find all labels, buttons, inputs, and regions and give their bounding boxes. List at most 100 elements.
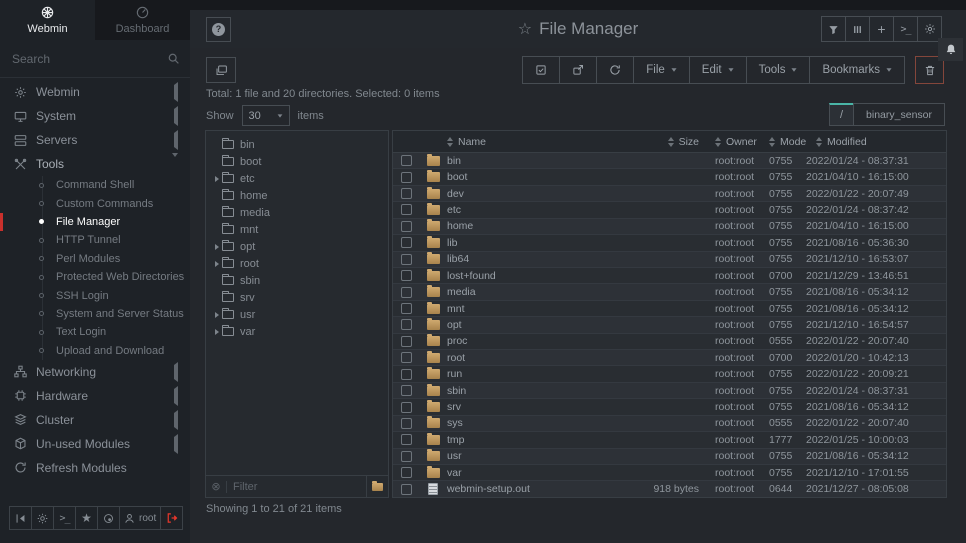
row-checkbox[interactable]	[401, 221, 412, 232]
logout-button[interactable]	[160, 506, 183, 530]
row-name[interactable]: srv	[447, 401, 587, 413]
theme-sun-button[interactable]	[31, 506, 54, 530]
sidebar-item-cluster[interactable]: Cluster	[0, 408, 190, 432]
row-checkbox[interactable]	[401, 155, 412, 166]
columns-button[interactable]	[845, 16, 870, 42]
table-row[interactable]: media root:root 0755 2021/08/16 - 05:34:…	[393, 283, 946, 299]
row-checkbox[interactable]	[401, 204, 412, 215]
sidebar-item-system[interactable]: System	[0, 104, 190, 128]
column-header-modified[interactable]: Modified	[816, 136, 946, 148]
row-checkbox[interactable]	[401, 451, 412, 462]
table-row[interactable]: mnt root:root 0755 2021/08/16 - 05:34:12	[393, 300, 946, 316]
column-header-mode[interactable]: Mode	[769, 136, 816, 148]
table-row[interactable]: tmp root:root 1777 2022/01/25 - 10:00:03	[393, 431, 946, 447]
refresh-button[interactable]	[596, 56, 634, 84]
row-name[interactable]: usr	[447, 450, 587, 462]
search-input[interactable]	[12, 52, 167, 66]
tree-item[interactable]: sbin	[206, 272, 388, 289]
table-row[interactable]: sbin root:root 0755 2022/01/24 - 08:37:3…	[393, 382, 946, 398]
row-checkbox[interactable]	[401, 402, 412, 413]
tools-submenu-item[interactable]: Text Login	[0, 323, 190, 341]
tab-dashboard[interactable]: Dashboard	[95, 0, 190, 40]
row-checkbox[interactable]	[401, 237, 412, 248]
table-row[interactable]: var root:root 0755 2021/12/10 - 17:01:55	[393, 464, 946, 480]
row-checkbox[interactable]	[401, 319, 412, 330]
table-row[interactable]: etc root:root 0755 2022/01/24 - 08:37:42	[393, 201, 946, 217]
collapse-sidebar-button[interactable]	[9, 506, 32, 530]
row-checkbox[interactable]	[401, 188, 412, 199]
row-name[interactable]: lib	[447, 237, 587, 249]
tree-filter-input[interactable]	[227, 481, 366, 493]
row-checkbox[interactable]	[401, 270, 412, 281]
filter-button[interactable]	[821, 16, 846, 42]
tools-submenu-item[interactable]: HTTP Tunnel	[0, 231, 190, 249]
tab-webmin[interactable]: Webmin	[0, 0, 95, 40]
row-checkbox[interactable]	[401, 287, 412, 298]
row-name[interactable]: lib64	[447, 253, 587, 265]
tools-submenu-item[interactable]: System and Server Status	[0, 305, 190, 323]
page-size-select[interactable]: 30	[242, 105, 290, 126]
table-row[interactable]: usr root:root 0755 2021/08/16 - 05:34:12	[393, 448, 946, 464]
add-button[interactable]: +	[869, 16, 894, 42]
notifications-bell[interactable]	[938, 38, 963, 61]
tools-submenu-item[interactable]: SSH Login	[0, 286, 190, 304]
sidebar-item-webmin[interactable]: Webmin	[0, 80, 190, 104]
tree-item[interactable]: srv	[206, 289, 388, 306]
row-checkbox[interactable]	[401, 418, 412, 429]
expand-caret-icon[interactable]	[206, 329, 222, 335]
table-row[interactable]: sys root:root 0555 2022/01/22 - 20:07:40	[393, 415, 946, 431]
menu-tools[interactable]: Tools	[746, 56, 811, 84]
column-header-name[interactable]: Name	[447, 136, 587, 148]
tree-item[interactable]: etc	[206, 170, 388, 187]
tree-item[interactable]: var	[206, 323, 388, 340]
expand-caret-icon[interactable]	[206, 312, 222, 318]
select-all-button[interactable]	[522, 56, 560, 84]
table-row[interactable]: opt root:root 0755 2021/12/10 - 16:54:57	[393, 316, 946, 332]
row-name[interactable]: sbin	[447, 385, 587, 397]
table-row[interactable]: run root:root 0755 2022/01/22 - 20:09:21	[393, 365, 946, 381]
menu-edit[interactable]: Edit	[689, 56, 747, 84]
row-checkbox[interactable]	[401, 484, 412, 495]
favorites-star-button[interactable]: ★	[75, 506, 98, 530]
new-window-button[interactable]	[206, 57, 236, 83]
help-button[interactable]: ?	[206, 17, 231, 42]
row-name[interactable]: etc	[447, 204, 587, 216]
expand-caret-icon[interactable]	[206, 261, 222, 267]
row-checkbox[interactable]	[401, 336, 412, 347]
tree-item[interactable]: boot	[206, 153, 388, 170]
breadcrumb-segment[interactable]: binary_sensor	[853, 103, 945, 126]
table-row[interactable]: srv root:root 0755 2021/08/16 - 05:34:12	[393, 398, 946, 414]
row-checkbox[interactable]	[401, 385, 412, 396]
row-checkbox[interactable]	[401, 254, 412, 265]
table-row[interactable]: root root:root 0700 2022/01/20 - 10:42:1…	[393, 349, 946, 365]
favorite-star-icon[interactable]: ☆	[518, 19, 532, 39]
table-row[interactable]: lib64 root:root 0755 2021/12/10 - 16:53:…	[393, 251, 946, 267]
shell-button[interactable]: >_	[893, 16, 918, 42]
tree-item[interactable]: media	[206, 204, 388, 221]
row-name[interactable]: proc	[447, 335, 587, 347]
sidebar-item-tools[interactable]: Tools	[0, 152, 190, 176]
row-checkbox[interactable]	[401, 303, 412, 314]
row-checkbox[interactable]	[401, 352, 412, 363]
row-name[interactable]: dev	[447, 188, 587, 200]
column-header-size[interactable]: Size	[587, 136, 707, 148]
row-name[interactable]: boot	[447, 171, 587, 183]
row-name[interactable]: sys	[447, 417, 587, 429]
row-name[interactable]: home	[447, 220, 587, 232]
tree-item[interactable]: mnt	[206, 221, 388, 238]
row-name[interactable]: root	[447, 352, 587, 364]
tree-folder-button[interactable]	[366, 476, 388, 497]
row-name[interactable]: tmp	[447, 434, 587, 446]
row-checkbox[interactable]	[401, 467, 412, 478]
breadcrumb-root[interactable]: /	[829, 103, 854, 126]
menu-file[interactable]: File	[633, 56, 690, 84]
row-checkbox[interactable]	[401, 172, 412, 183]
sidebar-item-hardware[interactable]: Hardware	[0, 384, 190, 408]
row-name[interactable]: lost+found	[447, 270, 587, 282]
table-row[interactable]: webmin-setup.out 918 bytes root:root 064…	[393, 480, 946, 496]
sidebar-item-unused-modules[interactable]: Un-used Modules	[0, 432, 190, 456]
row-name[interactable]: webmin-setup.out	[447, 483, 587, 495]
row-name[interactable]: mnt	[447, 303, 587, 315]
table-row[interactable]: boot root:root 0755 2021/04/10 - 16:15:0…	[393, 168, 946, 184]
palette-button[interactable]	[97, 506, 120, 530]
